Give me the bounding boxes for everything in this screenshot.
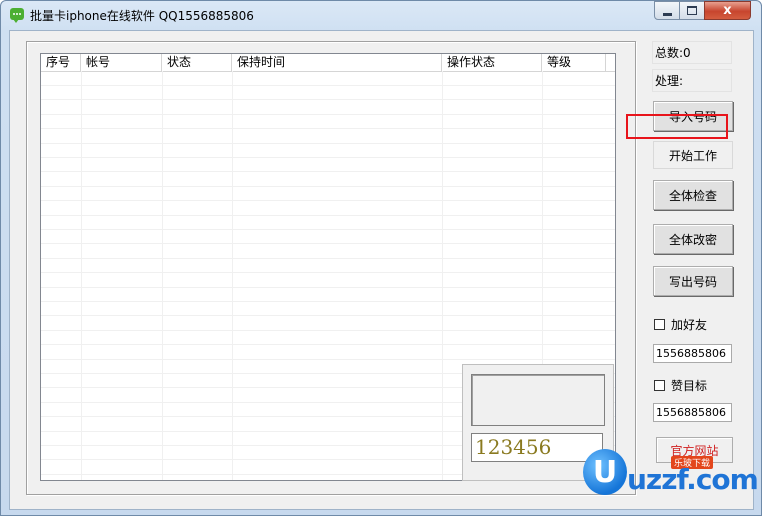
add-friend-checkbox[interactable]: 加好友 [654,316,707,333]
uzzf-logo-icon: U [583,449,627,495]
checkbox-box[interactable] [654,319,665,330]
app-window: 批量卡iphone在线软件 QQ1556885806 x 序号 帐号 状态 保持… [0,0,762,516]
column-header-level[interactable]: 等级 [542,54,606,71]
list-row-empty [41,229,615,245]
list-row-empty [41,201,615,216]
window-title: 批量卡iphone在线软件 QQ1556885806 [30,9,254,23]
list-row-empty [41,143,615,158]
list-row-empty [41,215,615,230]
list-row-empty [41,345,615,360]
checkbox-box[interactable] [654,380,665,391]
list-row-empty [41,316,615,331]
start-work-button[interactable]: 开始工作 [653,141,733,169]
close-button[interactable]: x [704,1,751,20]
list-gridline [81,71,82,480]
list-row-empty [41,244,615,259]
list-row-empty [41,258,615,274]
captcha-image [471,374,605,426]
list-row-empty [41,301,615,317]
list-row-empty [41,157,615,173]
close-icon: x [723,3,732,18]
check-all-button[interactable]: 全体检查 [653,180,733,210]
list-gridline [232,71,233,480]
change-password-all-button[interactable]: 全体改密 [653,224,733,254]
site-watermark: U 乐玻下载 uzzf.com [583,447,759,507]
annotation-highlight [626,114,728,139]
watermark-text: uzzf.com [627,463,759,496]
list-row-empty [41,71,615,86]
minimize-button[interactable] [654,1,680,20]
list-row-empty [41,287,615,302]
column-header-keep-time[interactable]: 保持时间 [232,54,442,71]
column-header-account[interactable]: 帐号 [81,54,162,71]
list-row-empty [41,172,615,187]
maximize-icon [687,6,697,15]
like-target-label: 赞目标 [671,379,708,393]
list-row-empty [41,100,615,115]
list-row-empty [41,129,615,144]
column-header-index[interactable]: 序号 [41,54,81,71]
add-friend-label: 加好友 [671,318,708,332]
like-target-checkbox[interactable]: 赞目标 [654,377,707,394]
list-gridline [442,71,443,480]
list-row-empty [41,186,615,202]
list-row-empty [41,273,615,288]
minimize-icon [662,12,672,16]
title-bar[interactable]: 批量卡iphone在线软件 QQ1556885806 x [1,1,761,29]
maximize-button[interactable] [679,1,705,20]
total-count: 总数:0 [652,41,732,64]
list-row-empty [41,330,615,346]
column-header-op-status[interactable]: 操作状态 [442,54,542,71]
processing-status: 处理: [652,69,732,92]
export-numbers-button[interactable]: 写出号码 [653,266,733,296]
add-friend-qq-input[interactable]: 1556885806 [653,344,732,363]
like-target-qq-input[interactable]: 1556885806 [653,403,732,422]
list-row-empty [41,114,615,130]
list-row-empty [41,85,615,101]
list-header: 序号 帐号 状态 保持时间 操作状态 等级 [41,54,615,72]
chat-bubble-icon [10,8,24,23]
client-area: 序号 帐号 状态 保持时间 操作状态 等级 总数:0 处理: 导入号码 开始工作… [9,30,754,510]
list-gridline [162,71,163,480]
column-header-status[interactable]: 状态 [162,54,232,71]
